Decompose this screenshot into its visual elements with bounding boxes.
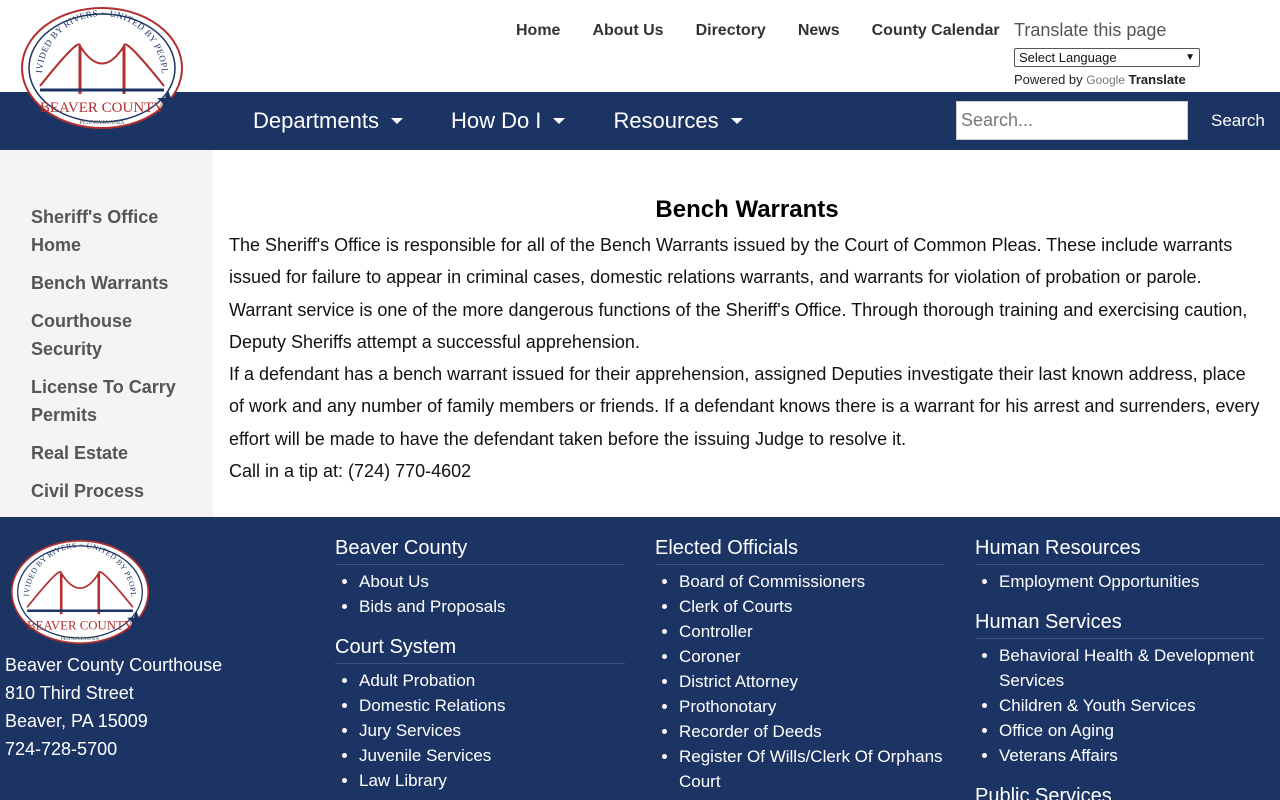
sidebar-item-license-to-carry[interactable]: License To Carry Permits	[31, 373, 201, 429]
paragraph-responsibility: The Sheriff's Office is responsible for …	[229, 235, 1248, 352]
google-logo: Google	[1086, 73, 1125, 87]
footer-link[interactable]: Controller	[679, 619, 945, 644]
footer-link[interactable]: Recorder of Deeds	[679, 719, 945, 744]
nav-news-link[interactable]: News	[798, 20, 840, 42]
caret-down-icon	[730, 118, 743, 124]
footer-link[interactable]: Coroner	[679, 644, 945, 669]
page-title: Bench Warrants	[655, 196, 839, 223]
nav-home-link[interactable]: Home	[516, 20, 560, 42]
address-line: Beaver County Courthouse	[5, 655, 223, 675]
svg-text:PENNSYLVANIA: PENNSYLVANIA	[61, 636, 100, 642]
tip-line: Call in a tip at: (724) 770-4602	[229, 461, 472, 482]
footer-link[interactable]: Prothonotary	[679, 694, 945, 719]
footer-link-list: Employment Opportunities	[975, 569, 1265, 594]
main-content: Bench Warrants The Sheriff's Office is r…	[229, 195, 1265, 487]
footer-link[interactable]: Juvenile Services	[359, 743, 625, 768]
menu-resources-label: Resources	[613, 108, 719, 133]
sidebar-item-sheriffs-office-home[interactable]: Sheriff's Office Home	[31, 203, 201, 259]
paragraph-investigation: If a defendant has a bench warrant issue…	[229, 364, 1260, 449]
footer-heading: Human Services	[975, 610, 1265, 639]
menu-how-do-i[interactable]: How Do I	[450, 108, 566, 134]
footer-link[interactable]: Adult Probation	[359, 668, 625, 693]
menu-resources[interactable]: Resources	[613, 108, 743, 134]
footer-logo: DIVIDED BY RIVERS ~ UNITED BY PEOPLE BEA…	[7, 532, 150, 645]
footer-link[interactable]: Domestic Relations	[359, 693, 625, 718]
address-line: 810 Third Street	[5, 683, 134, 703]
sidebar-item-bench-warrants[interactable]: Bench Warrants	[31, 269, 201, 297]
phone-number: 724-728-5700	[5, 739, 118, 759]
svg-text:BEAVER COUNTY: BEAVER COUNTY	[27, 619, 133, 633]
chevron-down-icon: ▼	[1185, 52, 1195, 63]
footer-address: Beaver County Courthouse 810 Third Stree…	[5, 651, 222, 763]
nav-about-us-link[interactable]: About Us	[592, 20, 663, 42]
footer-link[interactable]: Office on Aging	[999, 718, 1265, 743]
footer-link[interactable]: Clerk of Courts	[679, 594, 945, 619]
nav-county-calendar-link[interactable]: County Calendar	[872, 20, 1000, 42]
caret-down-icon	[553, 118, 566, 124]
translate-title: Translate this page	[1014, 20, 1167, 40]
county-seal-icon: DIVIDED BY RIVERS ~ UNITED BY PEOPLE BEA…	[17, 0, 183, 129]
menu-how-do-i-label: How Do I	[450, 108, 542, 133]
footer-link-list: Adult Probation Domestic Relations Jury …	[335, 668, 625, 793]
sidebar-item-courthouse-security[interactable]: Courthouse Security	[31, 307, 201, 363]
site-header: DIVIDED BY RIVERS ~ UNITED BY PEOPLE BEA…	[0, 0, 1280, 129]
caret-down-icon	[390, 118, 403, 124]
footer-col-human-resources: Human Resources Employment Opportunities…	[975, 536, 1265, 800]
footer-link[interactable]: Bids and Proposals	[359, 594, 625, 619]
powered-by-google: Powered by Google Translate	[1014, 72, 1214, 87]
footer-link[interactable]: Register Of Wills/Clerk Of Orphans Court	[679, 744, 945, 794]
footer-link[interactable]: Employment Opportunities	[999, 569, 1265, 594]
footer-link[interactable]: About Us	[359, 569, 625, 594]
svg-text:BEAVER COUNTY: BEAVER COUNTY	[40, 100, 164, 116]
footer-link[interactable]: District Attorney	[679, 669, 945, 694]
footer-col-beaver-county: Beaver County About Us Bids and Proposal…	[335, 536, 625, 800]
footer-link-list: Board of Commissioners Clerk of Courts C…	[655, 569, 945, 794]
footer-link-list: About Us Bids and Proposals	[335, 569, 625, 619]
translate-widget: Translate this page Select Language ▼ Po…	[1014, 20, 1214, 87]
footer-col-elected-officials: Elected Officials Board of Commissioners…	[655, 536, 945, 800]
menu-departments[interactable]: Departments	[253, 108, 403, 134]
footer-link[interactable]: Board of Commissioners	[679, 569, 945, 594]
footer-link[interactable]: Veterans Affairs	[999, 743, 1265, 768]
footer-link[interactable]: Children & Youth Services	[999, 693, 1265, 718]
footer-link[interactable]: Behavioral Health & Development Services	[999, 643, 1265, 693]
nav-directory-link[interactable]: Directory	[696, 20, 766, 42]
footer-heading: Beaver County	[335, 536, 625, 565]
footer-heading: Public Services	[975, 784, 1265, 800]
menu-departments-label: Departments	[253, 108, 379, 133]
address-line: Beaver, PA 15009	[5, 711, 148, 731]
footer-heading: Court System	[335, 635, 625, 664]
search-button[interactable]: Search	[1200, 101, 1276, 140]
powered-by-label: Powered by	[1014, 72, 1083, 87]
language-select[interactable]: Select Language ▼	[1014, 48, 1200, 67]
search-input[interactable]: Search...	[956, 101, 1188, 140]
utility-nav: Home About Us Directory News County Cale…	[500, 20, 1016, 42]
county-seal-icon: DIVIDED BY RIVERS ~ UNITED BY PEOPLE BEA…	[7, 532, 150, 645]
site-footer: DIVIDED BY RIVERS ~ UNITED BY PEOPLE BEA…	[0, 517, 1280, 800]
main-nav-bar: Departments How Do I Resources Search...…	[0, 92, 1280, 150]
section-sidebar: Sheriff's Office Home Bench Warrants Cou…	[0, 150, 213, 517]
footer-heading: Human Resources	[975, 536, 1265, 565]
translate-link[interactable]: Translate	[1129, 72, 1186, 87]
footer-link[interactable]: Jury Services	[359, 718, 625, 743]
footer-link-list: Behavioral Health & Development Services…	[975, 643, 1265, 768]
sidebar-item-real-estate[interactable]: Real Estate	[31, 439, 201, 467]
beaver-county-logo[interactable]: DIVIDED BY RIVERS ~ UNITED BY PEOPLE BEA…	[17, 0, 184, 130]
footer-link[interactable]: Law Library	[359, 768, 625, 793]
svg-text:PENNSYLVANIA: PENNSYLVANIA	[79, 120, 125, 126]
sidebar-nav: Sheriff's Office Home Bench Warrants Cou…	[31, 203, 201, 515]
main-menu: Departments How Do I Resources	[253, 92, 791, 150]
language-select-value: Select Language	[1019, 50, 1117, 65]
footer-heading: Elected Officials	[655, 536, 945, 565]
sidebar-item-civil-process[interactable]: Civil Process	[31, 477, 201, 505]
